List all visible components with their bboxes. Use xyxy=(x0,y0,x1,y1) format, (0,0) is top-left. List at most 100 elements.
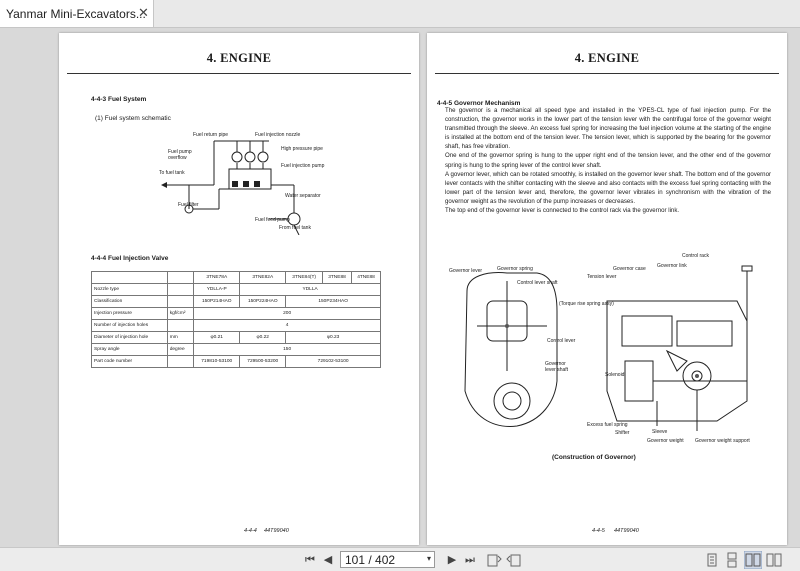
table-cell: φ0.21 xyxy=(193,331,241,344)
first-page-icon[interactable]: ⏮ xyxy=(302,552,318,568)
page-header: 4. ENGINE xyxy=(59,33,419,75)
diagram-label: Governor spring xyxy=(497,266,533,272)
table-cell: 729102-53100 xyxy=(285,355,381,368)
section-title: 4-4-3 Fuel System xyxy=(91,96,147,103)
diagram-label: Tension lever xyxy=(587,274,617,280)
diagram-label: Governor lever xyxy=(449,268,483,274)
table-row: Part code number 719810-53100 729500-532… xyxy=(91,355,381,368)
header-title: 4. ENGINE xyxy=(574,51,640,65)
document-viewer[interactable]: 4. ENGINE 4-4-3 Fuel System (1) Fuel sys… xyxy=(0,28,800,547)
section-title: 4-4-4 Fuel Injection Valve xyxy=(91,255,169,262)
table-cell xyxy=(166,283,195,296)
table-cell: 3TNE84(T) xyxy=(285,271,324,284)
table-cell: Diameter of injection hole xyxy=(91,331,168,344)
two-page-continuous-icon[interactable] xyxy=(766,552,782,568)
table-cell: YDLLA-P xyxy=(193,283,241,296)
table-row: Number of injection holes 4 xyxy=(91,319,381,332)
fuel-system-schematic xyxy=(161,140,301,235)
diagram-label: Solenoid xyxy=(605,372,625,378)
table-cell: 150P224HAO xyxy=(239,295,287,308)
table-row: Spray angle degree 150 xyxy=(91,343,381,356)
doc-code: 44T99040 xyxy=(614,528,639,534)
paragraph: One end of the governor spring is hung t… xyxy=(445,152,771,169)
rotate-left-icon[interactable] xyxy=(486,552,502,568)
table-cell: mm xyxy=(166,331,195,344)
schematic-label: Water separator xyxy=(285,193,321,199)
page-number-input[interactable]: 101 / 402 ▾ xyxy=(340,551,435,568)
diagram-label: Governor case xyxy=(613,266,646,272)
schematic-label: Fuel feed pump xyxy=(255,217,290,223)
table-row: 3TNE78A 3TNE82A 3TNE84(T) 3TNE88 4TNE88 xyxy=(91,271,382,284)
table-cell: 150P234HAO xyxy=(285,295,381,308)
continuous-view-icon[interactable] xyxy=(724,552,740,568)
table-cell: degree xyxy=(166,343,195,356)
table-cell xyxy=(91,271,168,284)
table-cell: φ0.22 xyxy=(239,331,287,344)
paragraph: A governor lever, which can be rotated s… xyxy=(445,170,771,205)
table-cell: kgf/cm² xyxy=(166,307,195,320)
schematic-label: Fuel filter xyxy=(178,202,199,208)
schematic-label: Fuel injection pump xyxy=(281,163,325,169)
schematic-label: From fuel tank xyxy=(279,225,311,231)
page-right: 4. ENGINE 4-4-5 Governor Mechanism The g… xyxy=(427,33,787,545)
chevron-down-icon[interactable]: ▾ xyxy=(427,554,431,563)
diagram-label: (Torque rise spring assy) xyxy=(559,301,614,307)
table-cell: 150P214HAO xyxy=(193,295,241,308)
header-title: 4. ENGINE xyxy=(206,51,272,65)
table-cell: Nozzle type xyxy=(91,283,168,296)
last-page-icon[interactable]: ⏭ xyxy=(462,552,478,568)
schematic-label: Fuel return pipe xyxy=(193,132,229,138)
diagram-label: Governor weight support xyxy=(695,438,750,444)
next-page-icon[interactable]: ▶ xyxy=(444,552,460,568)
table-cell: Injection pressure xyxy=(91,307,168,320)
single-page-view-icon[interactable] xyxy=(704,552,720,568)
table-row: Nozzle type YDLLA-P YDLLA xyxy=(91,283,381,296)
table-cell: Part code number xyxy=(91,355,168,368)
table-cell: Spray angle xyxy=(91,343,168,356)
table-cell xyxy=(166,319,195,332)
tab-title[interactable]: Yanmar Mini-Excavators... xyxy=(6,7,146,21)
subsection-title: (1) Fuel system schematic xyxy=(95,115,171,122)
diagram-label: Excess fuel spring xyxy=(587,422,628,428)
rotate-right-icon[interactable] xyxy=(506,552,522,568)
diagram-label: Control rack xyxy=(682,253,709,259)
table-cell xyxy=(166,355,195,368)
navigation-toolbar: ⏮ ◀ 101 / 402 ▾ ▶ ⏭ xyxy=(0,547,800,571)
close-icon[interactable]: ✕ xyxy=(138,5,149,21)
diagram-label: Control lever xyxy=(547,338,576,344)
diagram-label: lever shaft xyxy=(545,367,569,373)
page-left: 4. ENGINE 4-4-3 Fuel System (1) Fuel sys… xyxy=(59,33,419,545)
doc-code: 44T99040 xyxy=(264,528,289,534)
schematic-label: High pressure pipe xyxy=(281,146,323,152)
page-number: 4-4-4 xyxy=(244,528,257,534)
table-cell: 3TNE82A xyxy=(239,271,287,284)
tab-bar: Yanmar Mini-Excavators... ✕ xyxy=(0,0,800,28)
body-text: The governor is a mechanical all speed t… xyxy=(445,106,771,215)
two-page-view-icon[interactable] xyxy=(744,551,762,569)
page-header: 4. ENGINE xyxy=(427,33,787,75)
diagram-label: Shifter xyxy=(615,430,630,436)
diagram-label: Governor weight xyxy=(647,438,684,444)
table-cell: 4TNE88 xyxy=(350,271,382,284)
header-rule xyxy=(435,73,779,74)
diagram-label: Control lever shaft xyxy=(517,280,558,286)
table-cell xyxy=(166,295,195,308)
governor-diagram xyxy=(464,265,753,431)
document-tab[interactable]: Yanmar Mini-Excavators... ✕ xyxy=(0,0,154,27)
paragraph: The governor is a mechanical all speed t… xyxy=(445,107,771,151)
table-cell: 3TNE78A xyxy=(193,271,241,284)
table-cell: 150 xyxy=(193,343,381,356)
table-row: Classification 150P214HAO 150P224HAO 150… xyxy=(91,295,381,308)
table-row: Diameter of injection hole mm φ0.21 φ0.2… xyxy=(91,331,381,344)
page-number: 4-4-5 xyxy=(592,528,605,534)
table-cell: Number of injection holes xyxy=(91,319,168,332)
table-cell: YDLLA xyxy=(239,283,381,296)
table-cell xyxy=(166,271,195,284)
diagram-label: Sleeve xyxy=(652,429,668,435)
header-rule xyxy=(67,73,411,74)
page-number-value[interactable]: 101 / 402 xyxy=(345,553,395,567)
table-cell: Classification xyxy=(91,295,168,308)
diagram-label: Governor link xyxy=(657,263,687,269)
prev-page-icon[interactable]: ◀ xyxy=(320,552,336,568)
schematic-label: Fuel injection nozzle xyxy=(255,132,301,138)
